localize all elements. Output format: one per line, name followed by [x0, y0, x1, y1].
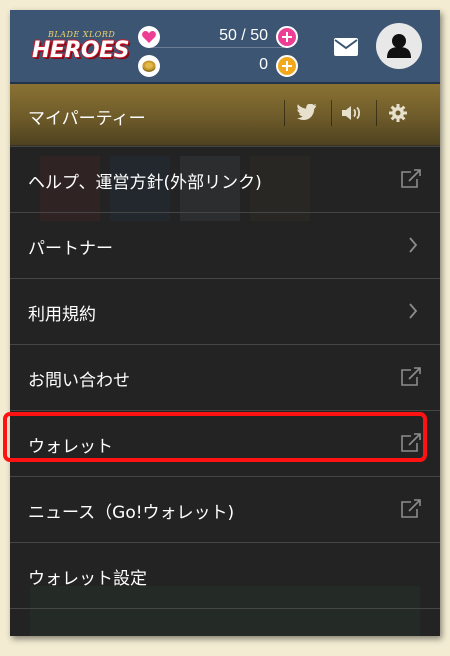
my-party-bar[interactable]: マイパーティー	[10, 84, 440, 146]
chevron-right-icon	[408, 237, 418, 257]
menu-item-news[interactable]: ニュース（Go!ウォレット)	[10, 476, 440, 542]
menu-item-label: ヘルプ、運営方針(外部リンク)	[28, 173, 262, 193]
menu-item-label: ウォレット	[28, 437, 113, 457]
logo-title: HEROES	[32, 38, 129, 63]
external-link-icon	[400, 169, 422, 193]
stamina-counter: 50 / 50	[138, 24, 298, 50]
menu-item-partner[interactable]: パートナー	[10, 212, 440, 278]
menu-item-wallet[interactable]: ウォレット	[10, 410, 440, 476]
divider	[376, 100, 377, 126]
coin-value: 0	[259, 56, 268, 73]
coin-counter: 0	[138, 53, 298, 79]
user-avatar[interactable]	[376, 23, 422, 69]
app-screen: BLADE XLORD HEROES 50 / 50 0 マイパーティー ヘルプ…	[10, 10, 440, 636]
divider	[284, 100, 285, 126]
mail-icon[interactable]	[334, 38, 358, 60]
menu-item-wallet-settings[interactable]: ウォレット設定	[10, 542, 440, 608]
external-link-icon	[400, 367, 422, 391]
stamina-value: 50 / 50	[219, 27, 268, 44]
menu-item-label: ウォレット設定	[28, 569, 147, 589]
add-coins-button[interactable]	[276, 55, 298, 77]
speaker-icon[interactable]	[342, 105, 362, 125]
menu-item-label: ニュース（Go!ウォレット)	[28, 503, 235, 523]
twitter-icon[interactable]	[297, 103, 317, 125]
menu-item-help[interactable]: ヘルプ、運営方針(外部リンク)	[10, 146, 440, 212]
menu-item-contact[interactable]: お問い合わせ	[10, 344, 440, 410]
side-menu: ヘルプ、運営方針(外部リンク) パートナー 利用規約 お問い合わせ ウォレット	[10, 146, 440, 636]
heart-icon	[138, 26, 160, 48]
external-link-icon	[400, 433, 422, 457]
game-logo: BLADE XLORD HEROES	[26, 30, 138, 68]
add-stamina-button[interactable]	[276, 26, 298, 48]
menu-item-label: 利用規約	[28, 305, 96, 325]
top-status-bar: BLADE XLORD HEROES 50 / 50 0	[10, 10, 440, 84]
menu-item-terms[interactable]: 利用規約	[10, 278, 440, 344]
menu-item-label: パートナー	[28, 239, 113, 259]
menu-footer-divider	[10, 608, 440, 636]
coin-icon	[138, 55, 160, 77]
stat-divider	[152, 47, 284, 48]
gear-icon[interactable]	[389, 104, 407, 126]
divider	[331, 100, 332, 126]
my-party-title: マイパーティー	[28, 109, 146, 129]
menu-item-label: お問い合わせ	[28, 371, 130, 391]
external-link-icon	[400, 499, 422, 523]
chevron-right-icon	[408, 303, 418, 323]
